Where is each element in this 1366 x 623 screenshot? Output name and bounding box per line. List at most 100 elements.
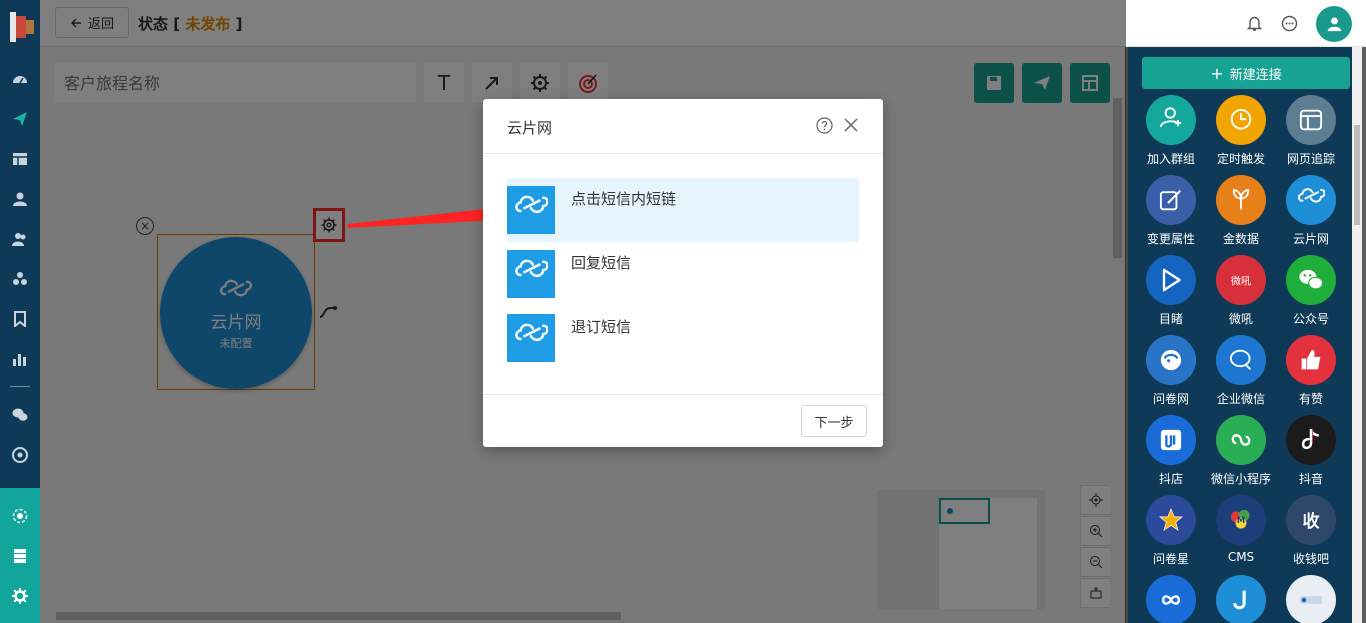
nav-journey[interactable] [0,106,40,132]
hook-icon [1233,590,1246,610]
panel-scrollbar[interactable] [1352,47,1362,623]
component-label: 网页追踪 [1286,152,1335,166]
cloud-icon [507,186,555,234]
nav-contacts[interactable] [0,186,40,212]
component-item[interactable]: 微信小程序 [1208,415,1274,493]
svg-text:微吼: 微吼 [1231,275,1251,288]
tiktok-icon [1286,415,1336,465]
play-icon [1162,268,1181,292]
bell-icon[interactable] [1246,15,1263,32]
nav-divider [10,386,30,387]
user-icon [13,192,27,206]
trigger-option[interactable]: 回复短信 [507,242,859,306]
avatar[interactable] [1316,5,1352,42]
wenjuan-icon [1160,349,1182,371]
component-label: 定时触发 [1216,152,1265,166]
play-icon [1146,255,1196,305]
component-label: 企业微信 [1216,392,1265,406]
component-label: 问卷星 [1152,552,1189,566]
component-item[interactable] [1138,575,1204,623]
component-item[interactable]: 网页追踪 [1278,95,1344,173]
component-label: 目睹 [1158,312,1183,326]
next-step-button[interactable]: 下一步 [801,405,867,437]
trigger-option[interactable]: 点击短信内短链 [507,178,859,242]
new-connection-button[interactable]: + 新建连接 [1142,57,1350,89]
new-connection-label: 新建连接 [1229,67,1282,83]
component-item[interactable]: 收收钱吧 [1278,495,1344,573]
component-label: 抖店 [1158,472,1183,486]
doudian-icon [1146,415,1196,465]
nav-channels[interactable] [0,442,40,468]
cloud-icon [515,195,548,213]
trigger-option[interactable]: 退订短信 [507,306,859,370]
logo-icon [10,12,34,42]
nav-settings[interactable] [0,583,40,609]
nav-integrations[interactable] [0,503,40,529]
thumb-up-icon [1301,349,1321,370]
nav-data[interactable] [0,543,40,569]
scrollbar-thumb[interactable] [1354,125,1360,225]
trigger-option-label: 点击短信内短链 [571,190,677,208]
component-item[interactable]: 抖音 [1278,415,1344,493]
component-item[interactable] [1278,575,1344,623]
component-item[interactable]: 抖店 [1138,415,1204,493]
hub-icon [12,508,28,524]
zhiyi-icon [1300,596,1322,604]
nav-layout[interactable] [0,146,40,172]
miniprogram-icon [1216,415,1266,465]
component-label: 有赞 [1298,392,1323,406]
chat-icon[interactable] [1281,15,1298,32]
shouqianba-icon: 收 [1302,511,1320,532]
wecom-icon [1216,335,1266,385]
shouqianba-icon: 收 [1286,495,1336,545]
sidebar-bottom [0,488,40,623]
component-item[interactable]: 有赞 [1278,335,1344,413]
nav-wechat[interactable] [0,402,40,428]
cms-icon: M [1216,495,1266,545]
component-label: 变更属性 [1146,232,1195,246]
component-panel: + 新建连接 加入群组 定时触发 网页追踪变更属性 金数据 云片网目睹 微吼 微吼 公众号问卷… [1128,47,1362,623]
weihou-icon: 微吼 [1216,255,1266,305]
miniprogram-icon [1231,434,1251,446]
dialog-footer-divider [483,394,883,395]
svg-text:M: M [1237,516,1246,526]
wechat-icon [1286,255,1336,305]
component-item[interactable]: 云片网 [1278,175,1344,253]
component-item[interactable]: 微吼 微吼 [1208,255,1274,333]
component-item[interactable]: 金数据 [1208,175,1274,253]
cloud-icon [515,259,548,277]
thumb-up-icon [1286,335,1336,385]
help-icon[interactable] [816,117,833,134]
component-item[interactable]: 变更属性 [1138,175,1204,253]
nav-segments[interactable] [0,266,40,292]
component-item[interactable]: 公众号 [1278,255,1344,333]
hook-icon [1216,575,1266,623]
user-icon [1327,17,1341,32]
svg-text:收: 收 [1302,511,1320,532]
component-item[interactable] [1208,575,1274,623]
compass-icon [12,447,28,463]
nav-dashboard[interactable] [0,66,40,92]
component-item[interactable]: 目睹 [1138,255,1204,333]
dashboard-icon [13,76,27,84]
cluster-icon [13,272,27,285]
component-item[interactable]: M CMS [1208,495,1274,573]
cloud-icon [1297,188,1325,203]
nav-tags[interactable] [0,306,40,332]
star-icon [1146,495,1196,545]
clock-icon [1216,95,1266,145]
component-item[interactable]: 问卷网 [1138,335,1204,413]
nav-analytics[interactable] [0,346,40,372]
nav-groups[interactable] [0,226,40,252]
star-icon [1159,508,1183,532]
edit-icon [1159,189,1182,211]
close-icon[interactable] [844,118,858,132]
component-label: 加入群组 [1146,152,1195,166]
component-label: 问卷网 [1152,392,1189,406]
component-item[interactable]: 定时触发 [1208,95,1274,173]
component-item[interactable]: 加入群组 [1138,95,1204,173]
component-label: 收钱吧 [1292,552,1329,566]
trigger-dialog: 云片网 点击短信内短链 回复短信 退订短信 下一步 [483,99,883,447]
component-item[interactable]: 问卷星 [1138,495,1204,573]
component-item[interactable]: 企业微信 [1208,335,1274,413]
